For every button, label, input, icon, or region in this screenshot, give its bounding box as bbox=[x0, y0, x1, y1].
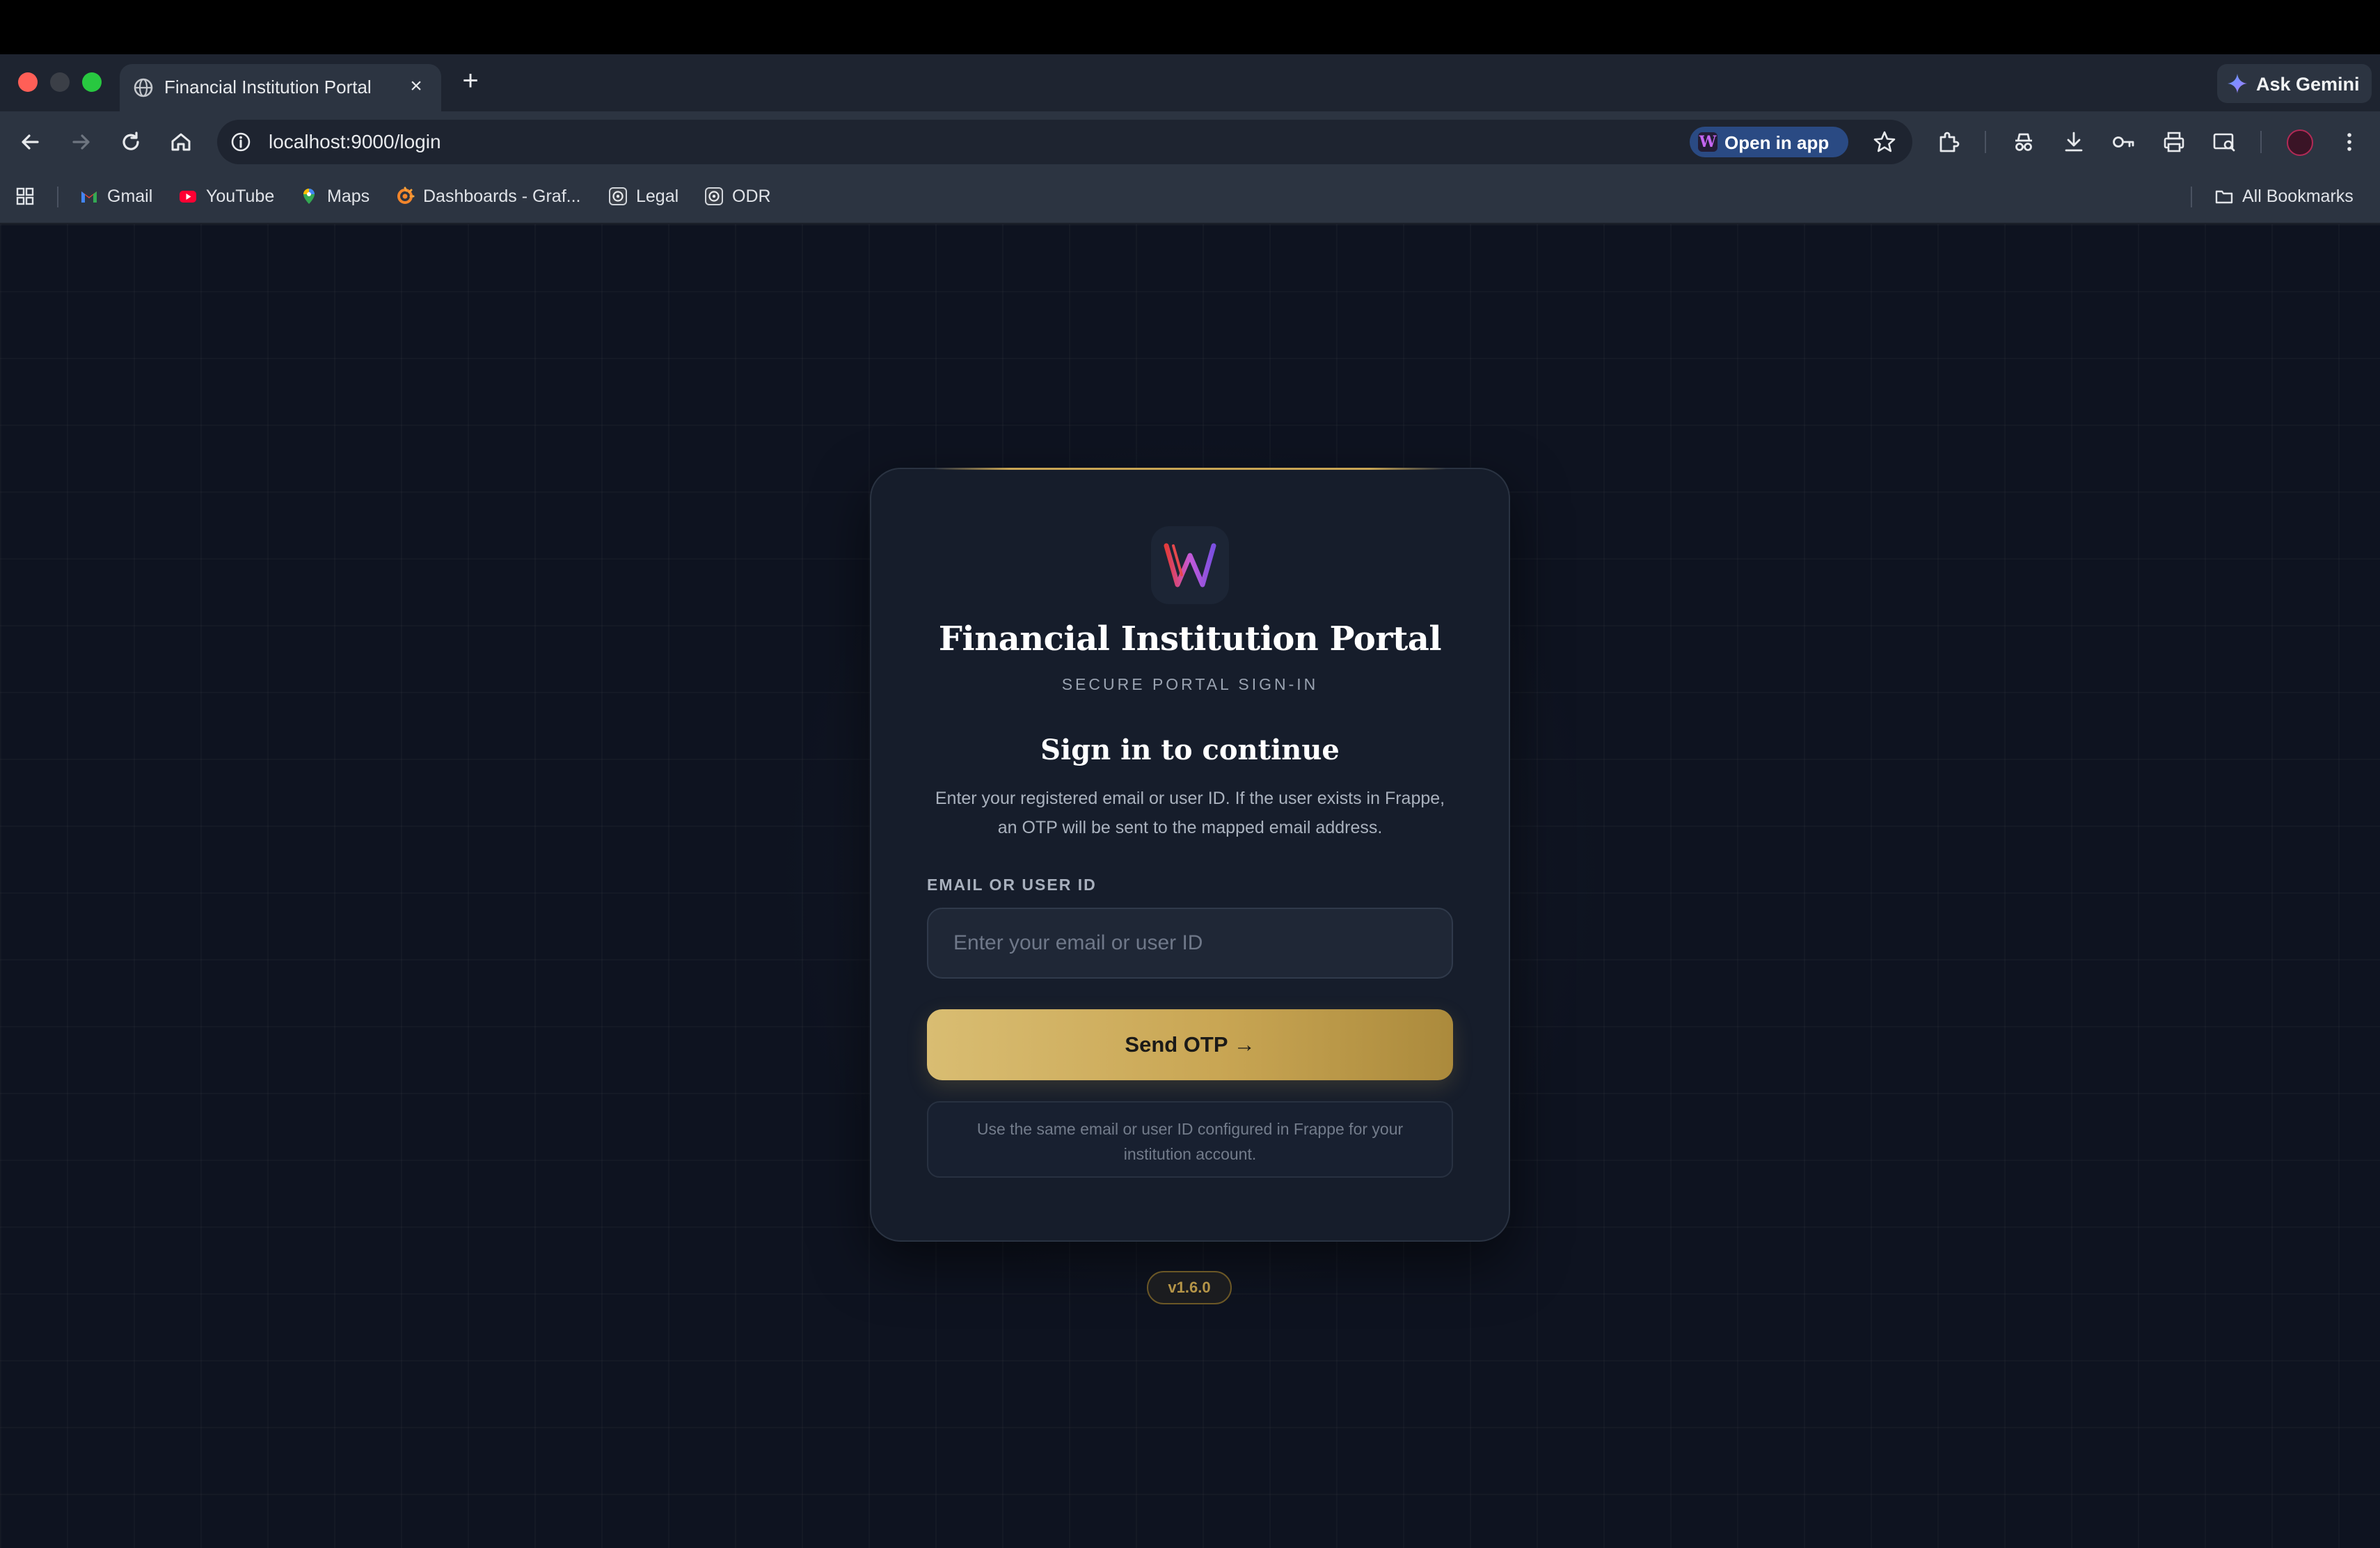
globe-icon bbox=[132, 77, 154, 99]
odr-icon bbox=[705, 187, 723, 205]
bookmark-grafana[interactable]: Dashboards - Graf... bbox=[395, 184, 580, 209]
brand-logo bbox=[1151, 526, 1229, 604]
site-info-icon[interactable] bbox=[230, 131, 252, 153]
portal-title: Financial Institution Portal bbox=[938, 619, 1442, 658]
macos-menubar bbox=[0, 0, 2380, 54]
w-logo-icon bbox=[1164, 543, 1216, 587]
address-url[interactable]: localhost:9000/login bbox=[269, 131, 441, 153]
open-in-app-label: Open in app bbox=[1724, 132, 1830, 153]
portal-subtitle: SECURE PORTAL SIGN-IN bbox=[1061, 675, 1319, 693]
youtube-icon bbox=[180, 191, 196, 203]
all-bookmarks-button[interactable]: All Bookmarks bbox=[2214, 184, 2354, 209]
gemini-sparkle-icon bbox=[2227, 73, 2248, 94]
profile-avatar[interactable] bbox=[2287, 129, 2313, 156]
bookmark-odr[interactable]: ODR bbox=[704, 184, 771, 209]
password-key-icon[interactable] bbox=[2110, 128, 2138, 156]
version-badge: v1.6.0 bbox=[1147, 1271, 1232, 1304]
apps-grid-icon bbox=[16, 187, 34, 205]
bookmarks-divider bbox=[2191, 187, 2192, 207]
email-or-userid-input[interactable] bbox=[927, 908, 1453, 979]
legal-icon bbox=[609, 187, 627, 205]
window-minimize-button[interactable] bbox=[50, 72, 70, 92]
login-card: Financial Institution Portal SECURE PORT… bbox=[870, 468, 1510, 1242]
back-button[interactable] bbox=[15, 127, 46, 157]
window-close-button[interactable] bbox=[18, 72, 38, 92]
window-zoom-button[interactable] bbox=[82, 72, 102, 92]
toolbar-divider bbox=[2260, 131, 2262, 153]
reload-button[interactable] bbox=[116, 127, 146, 157]
app-logo-icon: W bbox=[1698, 132, 1717, 152]
bookmark-gmail[interactable]: Gmail bbox=[79, 184, 152, 209]
arrow-left-icon bbox=[22, 134, 39, 150]
card-accent-line bbox=[934, 468, 1446, 470]
bookmark-legal[interactable]: Legal bbox=[608, 184, 679, 209]
gmail-icon bbox=[81, 191, 97, 203]
ask-gemini-label: Ask Gemini bbox=[2256, 74, 2360, 95]
open-in-app-button[interactable]: W Open in app bbox=[1690, 127, 1848, 157]
bookmark-label: Maps bbox=[327, 186, 370, 206]
bookmark-label: Gmail bbox=[107, 186, 153, 206]
bookmark-maps[interactable]: Maps bbox=[299, 184, 370, 209]
hint-box: Use the same email or user ID configured… bbox=[927, 1101, 1453, 1178]
page-viewport: Financial Institution Portal SECURE PORT… bbox=[0, 224, 2380, 1548]
signin-description: Enter your registered email or user ID. … bbox=[935, 789, 1445, 837]
folder-icon bbox=[2215, 190, 2233, 204]
bookmark-star-icon[interactable] bbox=[1872, 129, 1897, 155]
signin-heading: Sign in to continue bbox=[1040, 734, 1340, 766]
bookmark-label: Dashboards - Graf... bbox=[423, 186, 581, 206]
extensions-icon[interactable] bbox=[1935, 128, 1962, 156]
new-tab-button[interactable]: + bbox=[455, 65, 486, 96]
arrow-right-icon bbox=[72, 134, 90, 150]
bookmark-label: Legal bbox=[636, 186, 679, 206]
more-menu-icon[interactable] bbox=[2335, 128, 2363, 156]
grafana-icon bbox=[397, 187, 415, 204]
reading-mode-icon[interactable] bbox=[2210, 128, 2238, 156]
bookmark-youtube[interactable]: YouTube bbox=[178, 184, 274, 209]
maps-icon bbox=[303, 189, 315, 204]
bookmarks-divider bbox=[57, 187, 58, 207]
all-bookmarks-label: All Bookmarks bbox=[2242, 186, 2354, 206]
ask-gemini-button[interactable]: Ask Gemini bbox=[2217, 64, 2372, 103]
toolbar-divider bbox=[1985, 131, 1986, 153]
bookmark-label: YouTube bbox=[206, 186, 275, 206]
browser-tab-active[interactable]: Financial Institution Portal × bbox=[120, 64, 441, 111]
apps-grid-button[interactable] bbox=[15, 184, 35, 209]
tab-close-icon[interactable]: × bbox=[404, 74, 429, 99]
reload-icon bbox=[122, 132, 139, 150]
address-bar[interactable]: localhost:9000/login W Open in app bbox=[217, 120, 1912, 164]
hint-text: Use the same email or user ID configured… bbox=[976, 1120, 1404, 1163]
home-icon bbox=[171, 133, 191, 151]
incognito-icon[interactable] bbox=[2010, 128, 2038, 156]
home-button[interactable] bbox=[166, 127, 196, 157]
forward-button[interactable] bbox=[65, 127, 96, 157]
bookmark-label: ODR bbox=[732, 186, 771, 206]
tab-title: Financial Institution Portal bbox=[164, 77, 372, 97]
print-icon[interactable] bbox=[2160, 128, 2188, 156]
email-field-label: EMAIL OR USER ID bbox=[927, 876, 1097, 894]
download-icon[interactable] bbox=[2060, 128, 2088, 156]
send-otp-button[interactable]: Send OTP → bbox=[927, 1009, 1453, 1080]
